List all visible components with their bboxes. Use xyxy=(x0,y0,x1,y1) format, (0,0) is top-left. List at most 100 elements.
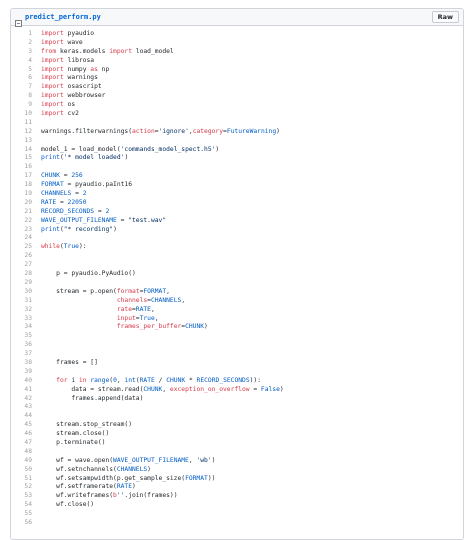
line-number[interactable]: 12 xyxy=(11,128,41,137)
line-number[interactable]: 22 xyxy=(11,217,41,226)
line-content: p = pyaudio.PyAudio() xyxy=(41,270,136,279)
line-number[interactable]: 30 xyxy=(11,288,41,297)
line-number[interactable]: 33 xyxy=(11,315,41,324)
code-token: 'commands_model_spect.h5' xyxy=(120,145,216,153)
code-token: data = stream.read( xyxy=(41,385,144,393)
line-number[interactable]: 11 xyxy=(11,119,41,128)
line-number[interactable]: 26 xyxy=(11,252,41,261)
line-number[interactable]: 46 xyxy=(11,430,41,439)
code-token: os xyxy=(63,101,76,109)
line-number[interactable]: 48 xyxy=(11,448,41,457)
line-number[interactable]: 44 xyxy=(11,412,41,421)
code-token: numpy xyxy=(63,65,91,73)
line-content: import webbrowser xyxy=(41,92,105,101)
code-line: 15 print('* model loaded') xyxy=(11,154,463,163)
code-line: 39 xyxy=(11,368,463,377)
code-line: 54 wf.close() xyxy=(11,501,463,510)
line-number[interactable]: 3 xyxy=(11,48,41,57)
code-line: 48 xyxy=(11,448,463,457)
code-line: 29 xyxy=(11,279,463,288)
collapse-icon[interactable] xyxy=(15,14,22,27)
line-number[interactable]: 42 xyxy=(11,395,41,404)
line-number[interactable]: 43 xyxy=(11,403,41,412)
line-number[interactable]: 16 xyxy=(11,163,41,172)
code-token: RECORD_SECONDS xyxy=(41,207,95,215)
code-line: 32 rate=RATE, xyxy=(11,306,463,315)
file-name-link[interactable]: predict_perform.py xyxy=(25,13,101,21)
code-token: import xyxy=(41,74,64,82)
line-number[interactable]: 5 xyxy=(11,66,41,75)
line-number[interactable]: 31 xyxy=(11,297,41,306)
line-content: stream.stop_stream() xyxy=(41,421,132,430)
line-number[interactable]: 23 xyxy=(11,226,41,235)
line-number[interactable]: 2 xyxy=(11,39,41,48)
line-content: for i in range(0, int(RATE / CHUNK * REC… xyxy=(41,377,261,386)
line-number[interactable]: 6 xyxy=(11,74,41,83)
code-token: import xyxy=(41,65,64,73)
line-content: wf.setframerate(RATE) xyxy=(41,483,136,492)
line-number[interactable]: 40 xyxy=(11,377,41,386)
line-number[interactable]: 9 xyxy=(11,101,41,110)
code-line: 56 xyxy=(11,519,463,528)
line-number[interactable]: 56 xyxy=(11,519,41,528)
line-number[interactable]: 17 xyxy=(11,172,41,181)
line-number[interactable]: 29 xyxy=(11,279,41,288)
line-number[interactable]: 18 xyxy=(11,181,41,190)
raw-button[interactable]: Raw xyxy=(431,11,459,23)
code-token: frames_per_buffer xyxy=(116,323,182,331)
line-number[interactable]: 36 xyxy=(11,341,41,350)
code-token: stream = p.open( xyxy=(41,287,117,295)
code-line: 27 xyxy=(11,261,463,270)
line-number[interactable]: 41 xyxy=(11,386,41,395)
code-token: wf.setframerate( xyxy=(41,483,117,491)
line-number[interactable]: 8 xyxy=(11,92,41,101)
code-line: 5 import numpy as np xyxy=(11,66,463,75)
line-number[interactable]: 32 xyxy=(11,306,41,315)
line-number[interactable]: 52 xyxy=(11,483,41,492)
code-token: CHANNELS xyxy=(41,190,72,198)
code-line: 16 xyxy=(11,163,463,172)
line-number[interactable]: 51 xyxy=(11,475,41,484)
line-number[interactable]: 10 xyxy=(11,110,41,119)
line-number[interactable]: 7 xyxy=(11,83,41,92)
code-line: 49 wf = wave.open(WAVE_OUTPUT_FILENAME, … xyxy=(11,457,463,466)
code-token: import xyxy=(41,30,64,37)
line-number[interactable]: 49 xyxy=(11,457,41,466)
line-number[interactable]: 55 xyxy=(11,510,41,519)
code-token: category xyxy=(192,127,224,135)
line-number[interactable]: 47 xyxy=(11,439,41,448)
file-header: predict_perform.py Raw xyxy=(11,9,463,27)
code-line: 38 frames = [] xyxy=(11,359,463,368)
code-token: "test.wav" xyxy=(128,216,167,224)
line-number[interactable]: 34 xyxy=(11,323,41,332)
line-number[interactable]: 45 xyxy=(11,421,41,430)
line-number[interactable]: 39 xyxy=(11,368,41,377)
line-number[interactable]: 20 xyxy=(11,199,41,208)
line-number[interactable]: 54 xyxy=(11,501,41,510)
line-number[interactable]: 24 xyxy=(11,234,41,243)
code-line: 7 import osascript xyxy=(11,83,463,92)
line-number[interactable]: 50 xyxy=(11,466,41,475)
code-token: action xyxy=(132,127,155,135)
line-number[interactable]: 27 xyxy=(11,261,41,270)
line-number[interactable]: 28 xyxy=(11,270,41,279)
code-line: 55 xyxy=(11,510,463,519)
line-number[interactable]: 15 xyxy=(11,154,41,163)
line-number[interactable]: 1 xyxy=(11,30,41,39)
line-number[interactable]: 4 xyxy=(11,57,41,66)
line-number[interactable]: 21 xyxy=(11,208,41,217)
line-number[interactable]: 25 xyxy=(11,243,41,252)
line-number[interactable]: 38 xyxy=(11,359,41,368)
code-token: )) xyxy=(207,474,216,482)
line-number[interactable]: 14 xyxy=(11,146,41,155)
line-number[interactable]: 19 xyxy=(11,190,41,199)
code-token: = pyaudio.paInt16 xyxy=(63,181,132,189)
line-number[interactable]: 13 xyxy=(11,137,41,146)
code-token: wf.setsampwidth(p.get_sample_size( xyxy=(41,474,186,482)
line-number[interactable]: 53 xyxy=(11,492,41,501)
line-number[interactable]: 35 xyxy=(11,332,41,341)
line-number[interactable]: 37 xyxy=(11,350,41,359)
code-token: model_1 = load_model( xyxy=(41,145,121,153)
